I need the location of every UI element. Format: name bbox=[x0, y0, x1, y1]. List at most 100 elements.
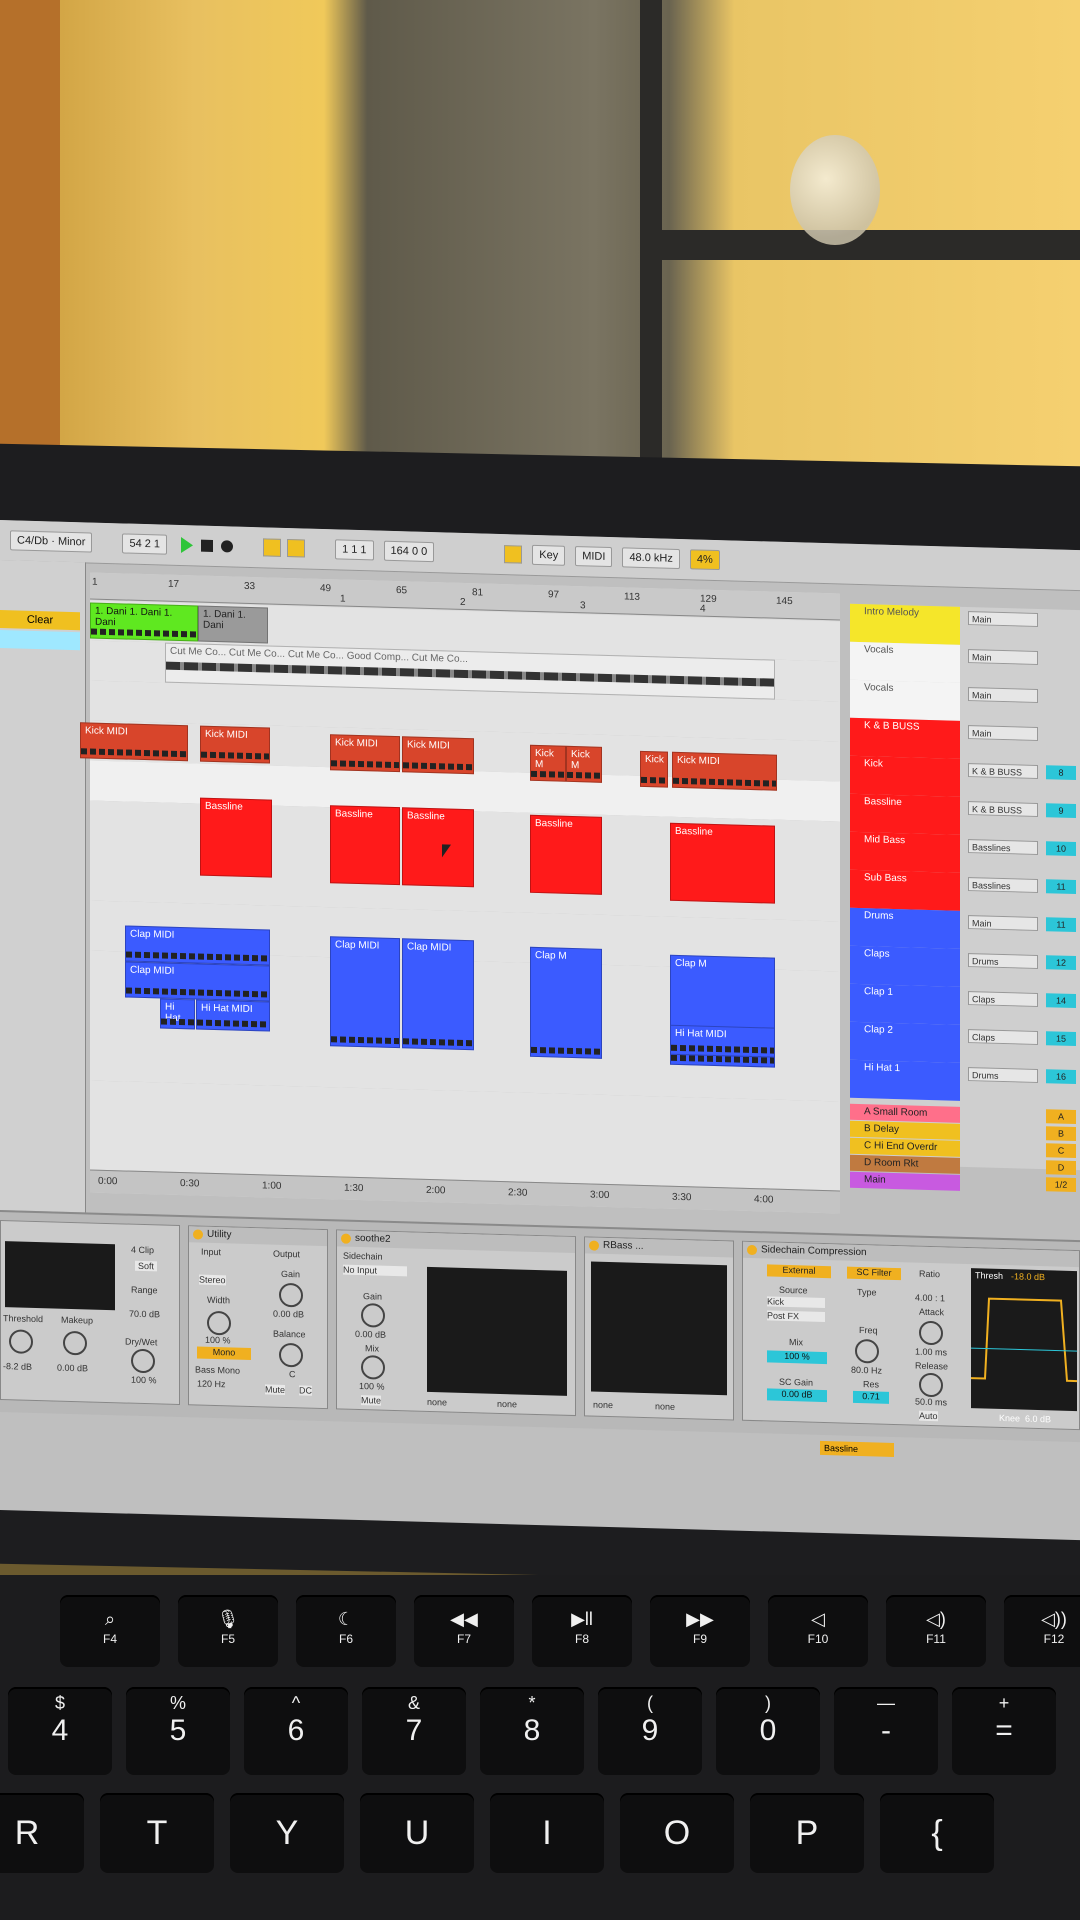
loop-start[interactable]: 1 1 1 bbox=[335, 539, 374, 561]
follow-button[interactable] bbox=[504, 545, 523, 564]
mute-button[interactable]: Mute bbox=[265, 1384, 286, 1395]
output-routing-select[interactable]: Basslines bbox=[968, 877, 1038, 893]
macro-select[interactable]: none bbox=[655, 1401, 675, 1412]
return-letter[interactable]: D bbox=[1046, 1160, 1076, 1176]
track-number[interactable]: 12 bbox=[1046, 955, 1076, 971]
track-number[interactable]: 11 bbox=[1046, 879, 1076, 895]
track-number[interactable] bbox=[1046, 727, 1076, 742]
letter-key[interactable]: P bbox=[750, 1793, 864, 1873]
selected-browser-item[interactable] bbox=[0, 630, 80, 651]
clip-kick[interactable]: Kick bbox=[640, 750, 668, 788]
clip-kick[interactable]: Kick MIDI bbox=[80, 722, 188, 762]
device-power-icon[interactable] bbox=[341, 1233, 351, 1244]
output-routing-select[interactable]: Drums bbox=[968, 953, 1038, 969]
track-number[interactable]: 16 bbox=[1046, 1069, 1076, 1085]
return-letter[interactable]: C bbox=[1046, 1143, 1076, 1159]
draw-mode-button[interactable] bbox=[263, 538, 282, 557]
external-button[interactable]: External bbox=[767, 1264, 831, 1279]
clip-hihat[interactable]: Hi Hat MIDI bbox=[670, 1024, 775, 1058]
number-key[interactable]: + = bbox=[952, 1687, 1056, 1775]
ratio-value[interactable]: 4.00 : 1 bbox=[915, 1293, 945, 1304]
threshold-knob[interactable] bbox=[9, 1329, 33, 1354]
number-key[interactable]: — - bbox=[834, 1687, 938, 1775]
clip-clap[interactable]: Clap MIDI bbox=[125, 961, 270, 1002]
balance-knob[interactable] bbox=[279, 1342, 303, 1368]
return-track[interactable]: Main bbox=[850, 1171, 960, 1191]
device-power-icon[interactable] bbox=[747, 1244, 757, 1256]
function-key[interactable]: ▶▶ F9 bbox=[650, 1595, 750, 1667]
stereo-select[interactable]: Stereo bbox=[199, 1274, 226, 1286]
key-scale-selector[interactable]: C4/Db · Minor bbox=[10, 530, 93, 553]
output-routing-select[interactable]: K & B BUSS bbox=[968, 801, 1038, 817]
drywet-knob[interactable] bbox=[131, 1348, 155, 1374]
stop-icon[interactable] bbox=[201, 539, 214, 552]
rbass-display[interactable] bbox=[591, 1261, 727, 1396]
letter-key[interactable]: U bbox=[360, 1793, 474, 1873]
number-key[interactable]: (9 bbox=[598, 1687, 702, 1775]
gain-value[interactable]: 0.00 dB bbox=[273, 1309, 304, 1320]
scene-marker[interactable]: 2 bbox=[460, 597, 466, 608]
letter-key[interactable]: T bbox=[100, 1793, 214, 1873]
mix-knob[interactable] bbox=[361, 1355, 385, 1380]
makeup-value[interactable]: 0.00 dB bbox=[57, 1363, 88, 1374]
track-number[interactable]: 15 bbox=[1046, 1031, 1076, 1047]
clip-kick[interactable]: Kick MIDI bbox=[402, 736, 474, 775]
arrangement-view[interactable]: 1 17 33 49 65 81 97 113 129 145 1 2 3 4 1. Dani 1. Da… bbox=[80, 572, 840, 1214]
range-value[interactable]: 70.0 dB bbox=[129, 1309, 160, 1320]
output-routing-select[interactable]: Drums bbox=[968, 1067, 1038, 1083]
track-number[interactable] bbox=[1046, 613, 1076, 628]
gain-knob[interactable] bbox=[279, 1282, 303, 1308]
width-knob[interactable] bbox=[207, 1310, 231, 1336]
scene-marker[interactable]: 3 bbox=[580, 600, 586, 611]
clip-kick[interactable]: Kick MIDI bbox=[330, 734, 400, 773]
gain-value[interactable]: 0.00 dB bbox=[355, 1329, 386, 1340]
return-track[interactable]: B Delay bbox=[850, 1120, 960, 1140]
scene-marker[interactable]: 4 bbox=[700, 604, 706, 615]
device-sidechain-compression[interactable]: Sidechain Compression External SC Filter… bbox=[742, 1240, 1080, 1431]
tap-select[interactable]: Post FX bbox=[767, 1310, 825, 1323]
drywet-value[interactable]: 100 % bbox=[131, 1375, 157, 1386]
function-key[interactable]: ◁ F10 bbox=[768, 1595, 868, 1667]
output-routing-select[interactable]: Main bbox=[968, 725, 1038, 741]
track-header[interactable]: Mid Bass bbox=[850, 831, 960, 873]
clear-button[interactable]: Clear bbox=[0, 610, 80, 631]
track-header[interactable]: Bassline bbox=[850, 793, 960, 835]
soothe-display[interactable] bbox=[427, 1266, 567, 1396]
output-routing-select[interactable]: Main bbox=[968, 649, 1038, 665]
track-number[interactable] bbox=[1046, 651, 1076, 666]
macro-select[interactable]: none bbox=[427, 1397, 447, 1408]
letter-key[interactable]: I bbox=[490, 1793, 604, 1873]
track-header[interactable]: Vocals bbox=[850, 641, 960, 683]
balance-value[interactable]: C bbox=[289, 1369, 296, 1379]
return-letter[interactable]: 1/2 bbox=[1046, 1177, 1076, 1193]
threshold-value[interactable]: -8.2 dB bbox=[3, 1361, 32, 1372]
release-knob[interactable] bbox=[919, 1372, 943, 1398]
output-routing-select[interactable]: K & B BUSS bbox=[968, 763, 1038, 779]
track-header[interactable]: Clap 1 bbox=[850, 983, 960, 1025]
function-key[interactable]: ◁)) F12 bbox=[1004, 1595, 1080, 1667]
number-key[interactable]: * 8 bbox=[480, 1687, 584, 1775]
source-select[interactable]: Kick bbox=[767, 1296, 825, 1309]
return-track[interactable]: A Small Room bbox=[850, 1103, 960, 1123]
freq-knob[interactable] bbox=[855, 1338, 879, 1364]
output-routing-select[interactable]: Main bbox=[968, 915, 1038, 931]
output-routing-select[interactable]: Claps bbox=[968, 1029, 1038, 1045]
dc-button[interactable]: DC bbox=[299, 1385, 312, 1396]
number-key[interactable]: $4 bbox=[8, 1687, 112, 1775]
midi-map-button[interactable]: MIDI bbox=[575, 546, 613, 568]
track-header[interactable]: Vocals bbox=[850, 679, 960, 721]
track-number[interactable]: 10 bbox=[1046, 841, 1076, 857]
letter-key[interactable]: O bbox=[620, 1793, 734, 1873]
track-header[interactable]: K & B BUSS bbox=[850, 717, 960, 759]
clip-kick[interactable]: Kick M bbox=[566, 745, 602, 783]
clip-intro[interactable]: 1. Dani 1. Dani 1. Dani bbox=[90, 602, 198, 642]
attack-value[interactable]: 1.00 ms bbox=[915, 1347, 947, 1358]
clip-kick[interactable]: Kick M bbox=[530, 744, 566, 782]
makeup-knob[interactable] bbox=[63, 1330, 87, 1356]
function-key[interactable]: ⌕ F4 bbox=[60, 1595, 160, 1667]
clip-bassline[interactable]: Bassline bbox=[200, 797, 272, 878]
scene-marker[interactable]: 1 bbox=[340, 593, 346, 604]
device-power-icon[interactable] bbox=[193, 1229, 203, 1240]
track-header[interactable]: Intro Melody bbox=[850, 603, 960, 645]
number-key[interactable]: ^ 6 bbox=[244, 1687, 348, 1775]
